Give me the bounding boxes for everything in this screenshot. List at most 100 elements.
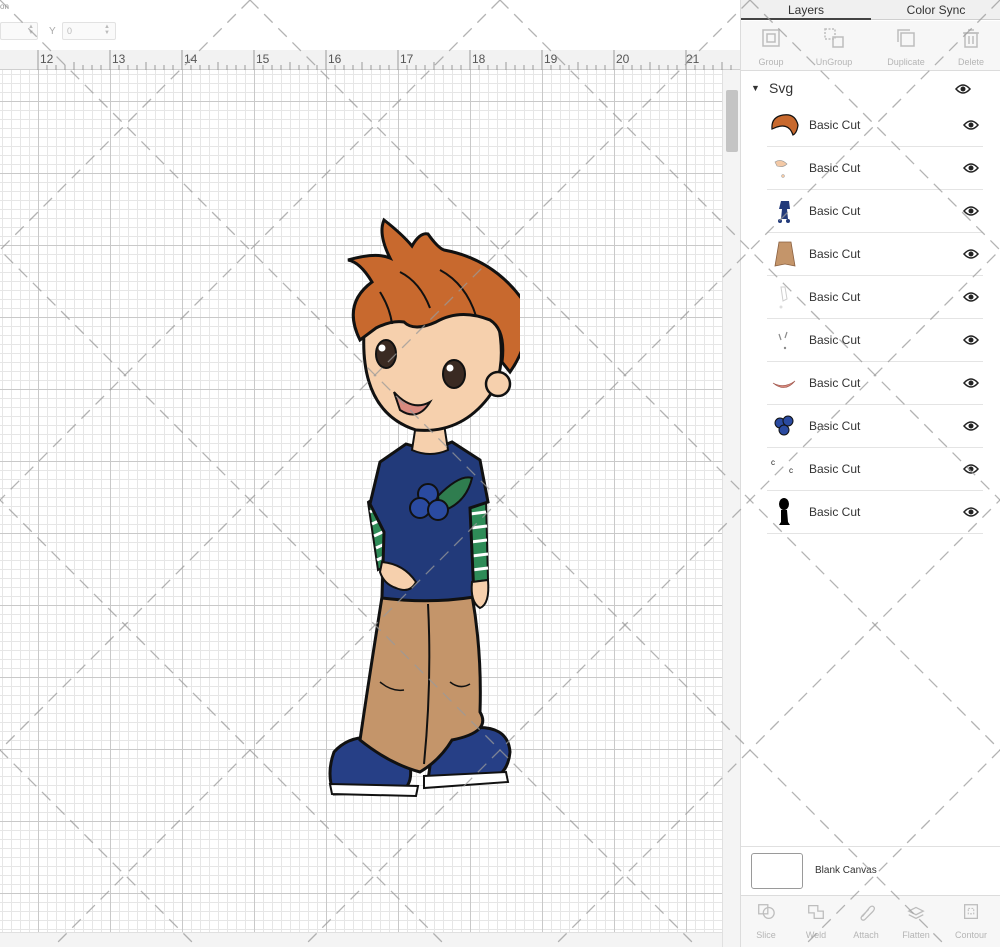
layer-name: Basic Cut xyxy=(809,118,861,132)
duplicate-button[interactable]: Duplicate xyxy=(876,25,936,69)
attach-button[interactable]: Attach xyxy=(841,898,891,946)
ungroup-label: UnGroup xyxy=(815,57,853,67)
ruler-label: 17 xyxy=(400,52,414,66)
ruler-label: 18 xyxy=(472,52,486,66)
layer-name: Basic Cut xyxy=(809,462,861,476)
layers-panel: Layers Color Sync Group UnGroup Duplicat… xyxy=(740,0,1000,947)
y-stepper-icon[interactable]: ▲ ▼ xyxy=(104,24,737,36)
eye-icon[interactable] xyxy=(963,119,979,131)
group-button[interactable]: Group xyxy=(741,25,801,69)
layer-thumbnail-berries xyxy=(774,415,794,436)
layer-thumbnail-shirt-navy xyxy=(778,201,790,223)
horizontal-scrollbar[interactable] xyxy=(0,932,722,947)
svg-text:c: c xyxy=(771,458,775,467)
panel-tabs: Layers Color Sync xyxy=(741,0,1000,20)
right-eye xyxy=(442,359,466,389)
eye-highlight xyxy=(446,364,454,372)
eye-icon[interactable] xyxy=(963,205,979,217)
eye-icon[interactable] xyxy=(963,248,979,260)
layer-row[interactable]: Basic Cut xyxy=(767,319,983,362)
layer-name: Basic Cut xyxy=(809,290,861,304)
layer-row[interactable]: Basic Cut xyxy=(767,233,983,276)
eye-icon[interactable] xyxy=(963,506,979,518)
ruler-label: 12 xyxy=(40,52,54,66)
contour-label: Contour xyxy=(954,930,988,940)
layer-thumbnail-hair xyxy=(771,114,799,136)
eye-icon[interactable] xyxy=(963,463,979,475)
layer-thumbnail-tiny-marks: cc xyxy=(771,458,793,475)
ruler-label: 13 xyxy=(112,52,126,66)
slice-button[interactable]: Slice xyxy=(741,898,791,946)
berry xyxy=(427,499,449,521)
layer-row[interactable]: Basic Cut xyxy=(767,147,983,190)
slice-icon xyxy=(758,904,775,919)
delete-button[interactable]: Delete xyxy=(941,25,1000,69)
flatten-button[interactable]: Flatten xyxy=(891,898,941,946)
ruler-label: 15 xyxy=(256,52,270,66)
svg-text:c: c xyxy=(789,466,793,475)
group-name: Svg xyxy=(769,80,794,96)
tab-layers[interactable]: Layers xyxy=(741,0,871,20)
group-icon xyxy=(762,29,780,47)
eye-highlight xyxy=(378,344,386,352)
slice-label: Slice xyxy=(756,930,776,940)
right-sole xyxy=(423,770,510,790)
layer-name: Basic Cut xyxy=(809,161,861,175)
ruler-label: 16 xyxy=(328,52,342,66)
caret-down-icon[interactable]: ▼ xyxy=(751,83,760,93)
contour-button[interactable]: Contour xyxy=(946,898,996,946)
layer-thumbnail-black-outline xyxy=(779,498,790,525)
layer-row[interactable]: Basic Cut xyxy=(767,276,983,319)
weld-icon xyxy=(808,905,824,919)
flatten-label: Flatten xyxy=(902,930,930,940)
layer-row[interactable]: Basic Cut xyxy=(767,362,983,405)
tab-color-sync[interactable]: Color Sync xyxy=(871,0,1000,20)
eye-icon[interactable] xyxy=(963,334,979,346)
duplicate-label: Duplicate xyxy=(887,57,925,67)
layer-thumbnail-mouth xyxy=(772,380,796,388)
berry xyxy=(409,497,431,519)
layer-name: Basic Cut xyxy=(809,376,861,390)
layer-row[interactable]: Basic Cut xyxy=(767,405,983,448)
left-eye xyxy=(375,339,397,369)
ungroup-button[interactable]: UnGroup xyxy=(804,25,864,69)
layer-row[interactable]: Basic Cut xyxy=(767,104,983,147)
eye-icon[interactable] xyxy=(955,83,971,95)
blank-canvas-label: Blank Canvas xyxy=(815,865,877,876)
layer-name: Basic Cut xyxy=(809,505,861,519)
position-y-label: Y xyxy=(49,26,56,37)
eye-icon[interactable] xyxy=(963,420,979,432)
layer-row[interactable]: Basic Cut xyxy=(767,491,983,534)
position-toolbar: on ▲ ▼ Y 0 ▲ ▼ xyxy=(0,0,740,50)
flatten-icon xyxy=(907,906,925,920)
ear xyxy=(484,370,512,398)
group-label: Group xyxy=(758,57,784,67)
duplicate-icon xyxy=(897,29,915,47)
design-canvas-area: on ▲ ▼ Y 0 ▲ ▼ 12 13 14 15 16 17 18 19 20 … xyxy=(0,0,740,947)
blank-canvas-swatch[interactable] xyxy=(751,853,803,889)
layer-row[interactable]: c c Basic Cut xyxy=(767,448,983,491)
eye-icon[interactable] xyxy=(963,162,979,174)
layer-name: Basic Cut xyxy=(809,204,861,218)
weld-button[interactable]: Weld xyxy=(791,898,841,946)
vertical-scrollbar[interactable] xyxy=(722,70,740,947)
layer-group-svg[interactable]: ▼ Svg xyxy=(741,76,1000,102)
delete-label: Delete xyxy=(957,57,984,67)
eye-icon[interactable] xyxy=(963,291,979,303)
boy-character-artwork[interactable] xyxy=(320,212,520,802)
horizontal-ruler: 12 13 14 15 16 17 18 19 20 21 xyxy=(0,50,740,70)
layer-row[interactable]: Basic Cut xyxy=(767,190,983,233)
ruler-label: 21 xyxy=(686,52,700,66)
vertical-scrollbar-thumb[interactable] xyxy=(726,90,738,152)
layer-thumbnail-skin xyxy=(774,160,788,178)
layer-thumbnail-pants xyxy=(774,241,796,267)
layer-thumbnail-gray-details xyxy=(778,331,788,350)
trash-icon xyxy=(963,29,979,48)
layer-thumbnail-white-details xyxy=(779,286,788,309)
contour-icon xyxy=(964,904,978,919)
path-tools-bar: Slice Weld Attach Flatten Contour xyxy=(741,895,1000,947)
blank-canvas-row[interactable]: Blank Canvas xyxy=(741,846,1000,894)
ruler-label: 20 xyxy=(616,52,630,66)
eye-icon[interactable] xyxy=(963,377,979,389)
ruler-label: 19 xyxy=(544,52,558,66)
